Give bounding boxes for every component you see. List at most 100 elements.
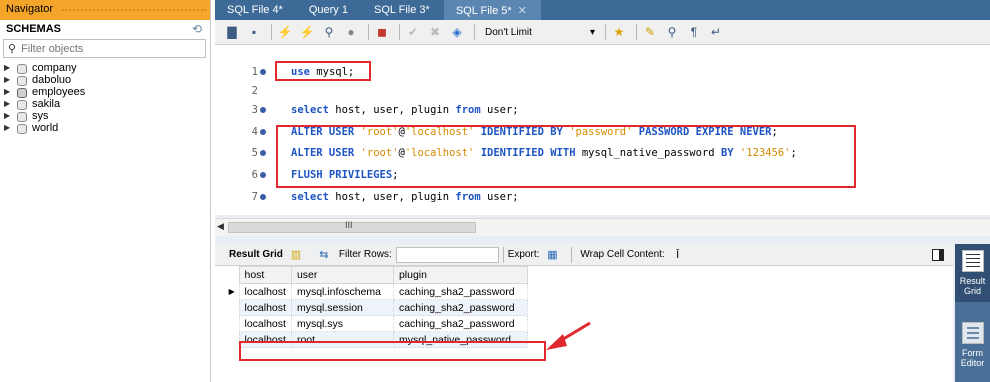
table-cell[interactable]: mysql.sys [290, 315, 394, 332]
toolbar-separator [271, 24, 272, 40]
result-grid-button[interactable]: Result Grid [955, 244, 990, 302]
export-icon[interactable]: ▦ [545, 248, 559, 262]
editor-line: 1 use mysql; [215, 65, 990, 79]
editor-line: 2 [215, 84, 990, 98]
rollback-icon[interactable]: ✖ [426, 23, 444, 41]
expand-arrow-icon[interactable]: ▶ [4, 98, 14, 110]
expand-arrow-icon[interactable]: ▶ [4, 110, 14, 122]
explain-icon[interactable]: ⚲ [320, 23, 338, 41]
commit-icon[interactable]: ✔ [404, 23, 422, 41]
table-row[interactable]: localhost root mysql_native_password [225, 331, 528, 348]
column-header[interactable]: host [238, 266, 292, 284]
expand-arrow-icon[interactable]: ▶ [4, 62, 14, 74]
export-label: Export: [507, 249, 540, 260]
expand-arrow-icon[interactable]: ▶ [4, 86, 14, 98]
line-number: 7 [251, 191, 258, 203]
invisible-chars-icon[interactable]: ¶ [685, 23, 703, 41]
statement-marker-icon [260, 194, 266, 200]
filter-rows-input[interactable] [395, 246, 499, 263]
filter-icon[interactable]: ⇆ [317, 248, 331, 262]
schema-item-daboluo[interactable]: ▶ daboluo [4, 74, 210, 86]
editor-line: 4 ALTER USER 'root'@'localhost' IDENTIFI… [215, 125, 990, 139]
toggle-continue-icon[interactable]: ◼ [373, 23, 391, 41]
editor-line: 3 select host, user, plugin from user; [215, 103, 990, 117]
toggle-panel-icon[interactable] [932, 249, 944, 261]
table-row[interactable]: ▶ localhost mysql.infoschema caching_sha… [225, 283, 528, 300]
row-header [225, 331, 239, 348]
grid-layout-icon[interactable]: ▥ [289, 248, 303, 262]
row-pointer-icon: ▶ [225, 283, 239, 300]
editor-line: 5 ALTER USER 'root'@'localhost' IDENTIFI… [215, 146, 990, 160]
execute-icon[interactable]: ⚡ [276, 23, 294, 41]
table-row[interactable]: localhost mysql.sys caching_sha2_passwor… [225, 315, 528, 332]
table-cell[interactable]: mysql.session [290, 299, 394, 316]
editor-line: 7 select host, user, plugin from user; [215, 190, 990, 204]
open-folder-icon[interactable]: ▇ [223, 23, 241, 41]
schema-item-employees[interactable]: ▶ employees [4, 86, 210, 98]
table-cell[interactable]: localhost [238, 283, 292, 300]
table-cell[interactable]: localhost [238, 315, 292, 332]
tab-sql-file-3[interactable]: SQL File 3* [362, 0, 444, 20]
schema-item-company[interactable]: ▶ company [4, 62, 210, 74]
form-editor-button-label: Form Editor [960, 348, 985, 368]
table-cell[interactable]: localhost [238, 299, 292, 316]
table-cell[interactable]: caching_sha2_password [392, 315, 528, 332]
execute-current-icon[interactable]: ⚡ [298, 23, 316, 41]
expand-arrow-icon[interactable]: ▶ [4, 122, 14, 134]
close-icon[interactable]: ✕ [518, 5, 527, 17]
schemas-label: SCHEMAS [6, 22, 62, 35]
table-cell[interactable]: mysql.infoschema [290, 283, 394, 300]
result-toolbar: Result Grid ▥ ⇆ Filter Rows: Export: ▦ W… [215, 244, 953, 266]
toolbar-separator [368, 24, 369, 40]
editor-horizontal-scrollbar[interactable]: ◀ III [215, 218, 990, 236]
add-snippet-icon[interactable]: ★ [610, 23, 628, 41]
save-icon[interactable]: ▪ [245, 23, 263, 41]
schema-label: sakila [32, 98, 61, 110]
table-cell[interactable]: root [290, 331, 394, 348]
sql-editor[interactable]: 1 use mysql; 2 3 select host, user, plug… [215, 45, 990, 215]
tab-sql-file-5[interactable]: SQL File 5* ✕ [443, 0, 541, 20]
schema-item-sys[interactable]: ▶ sys [4, 110, 210, 122]
table-row[interactable]: localhost mysql.session caching_sha2_pas… [225, 299, 528, 316]
schema-label: world [32, 122, 59, 134]
navigator-header: Navigator [0, 0, 210, 20]
line-number: 5 [251, 147, 258, 159]
database-icon [16, 123, 27, 134]
column-header[interactable]: plugin [392, 266, 528, 284]
column-header[interactable]: user [290, 266, 394, 284]
table-cell[interactable]: caching_sha2_password [392, 299, 528, 316]
statement-marker-icon [260, 107, 266, 113]
schema-label: employees [32, 86, 86, 98]
filter-placeholder: Filter objects [21, 42, 84, 55]
result-side-panel: Result Grid Form Editor [955, 244, 990, 382]
wrap-cell-icon[interactable]: Ī [671, 248, 685, 262]
refresh-icon[interactable]: ⟲ [192, 22, 202, 36]
schema-item-sakila[interactable]: ▶ sakila [4, 98, 210, 110]
wrap-lines-icon[interactable]: ↵ [707, 23, 725, 41]
grid-icon [961, 250, 984, 272]
schema-item-world[interactable]: ▶ world [4, 122, 210, 134]
find-icon[interactable]: ⚲ [663, 23, 681, 41]
table-cell[interactable]: localhost [238, 331, 292, 348]
tab-label: Query 1 [308, 4, 348, 16]
limit-rows-select[interactable]: Don't Limit ▾ [481, 23, 601, 41]
filter-objects-input[interactable]: ⚲ Filter objects [3, 39, 206, 58]
code-line-3: select host, user, plugin from user; [291, 104, 519, 116]
toolbar-separator [502, 246, 504, 263]
stop-icon[interactable]: ● [342, 23, 360, 41]
line-number: 4 [251, 126, 258, 138]
tab-sql-file-4[interactable]: SQL File 4* [215, 0, 297, 20]
scroll-left-icon[interactable]: ◀ [217, 221, 224, 232]
beautify-icon[interactable]: ✎ [641, 23, 659, 41]
code-line-4: ALTER USER 'root'@'localhost' IDENTIFIED… [291, 126, 778, 138]
table-cell[interactable]: mysql_native_password [392, 331, 528, 348]
expand-arrow-icon[interactable]: ▶ [4, 74, 14, 86]
toolbar-separator [571, 246, 573, 263]
form-editor-button[interactable]: Form Editor [955, 316, 990, 368]
statement-marker-icon [260, 150, 266, 156]
tab-query-1[interactable]: Query 1 [297, 0, 362, 20]
result-grid: host user plugin ▶ localhost mysql.infos… [215, 266, 953, 382]
table-cell[interactable]: caching_sha2_password [392, 283, 528, 300]
schema-label: daboluo [32, 74, 72, 86]
autocommit-icon[interactable]: ◈ [448, 23, 466, 41]
